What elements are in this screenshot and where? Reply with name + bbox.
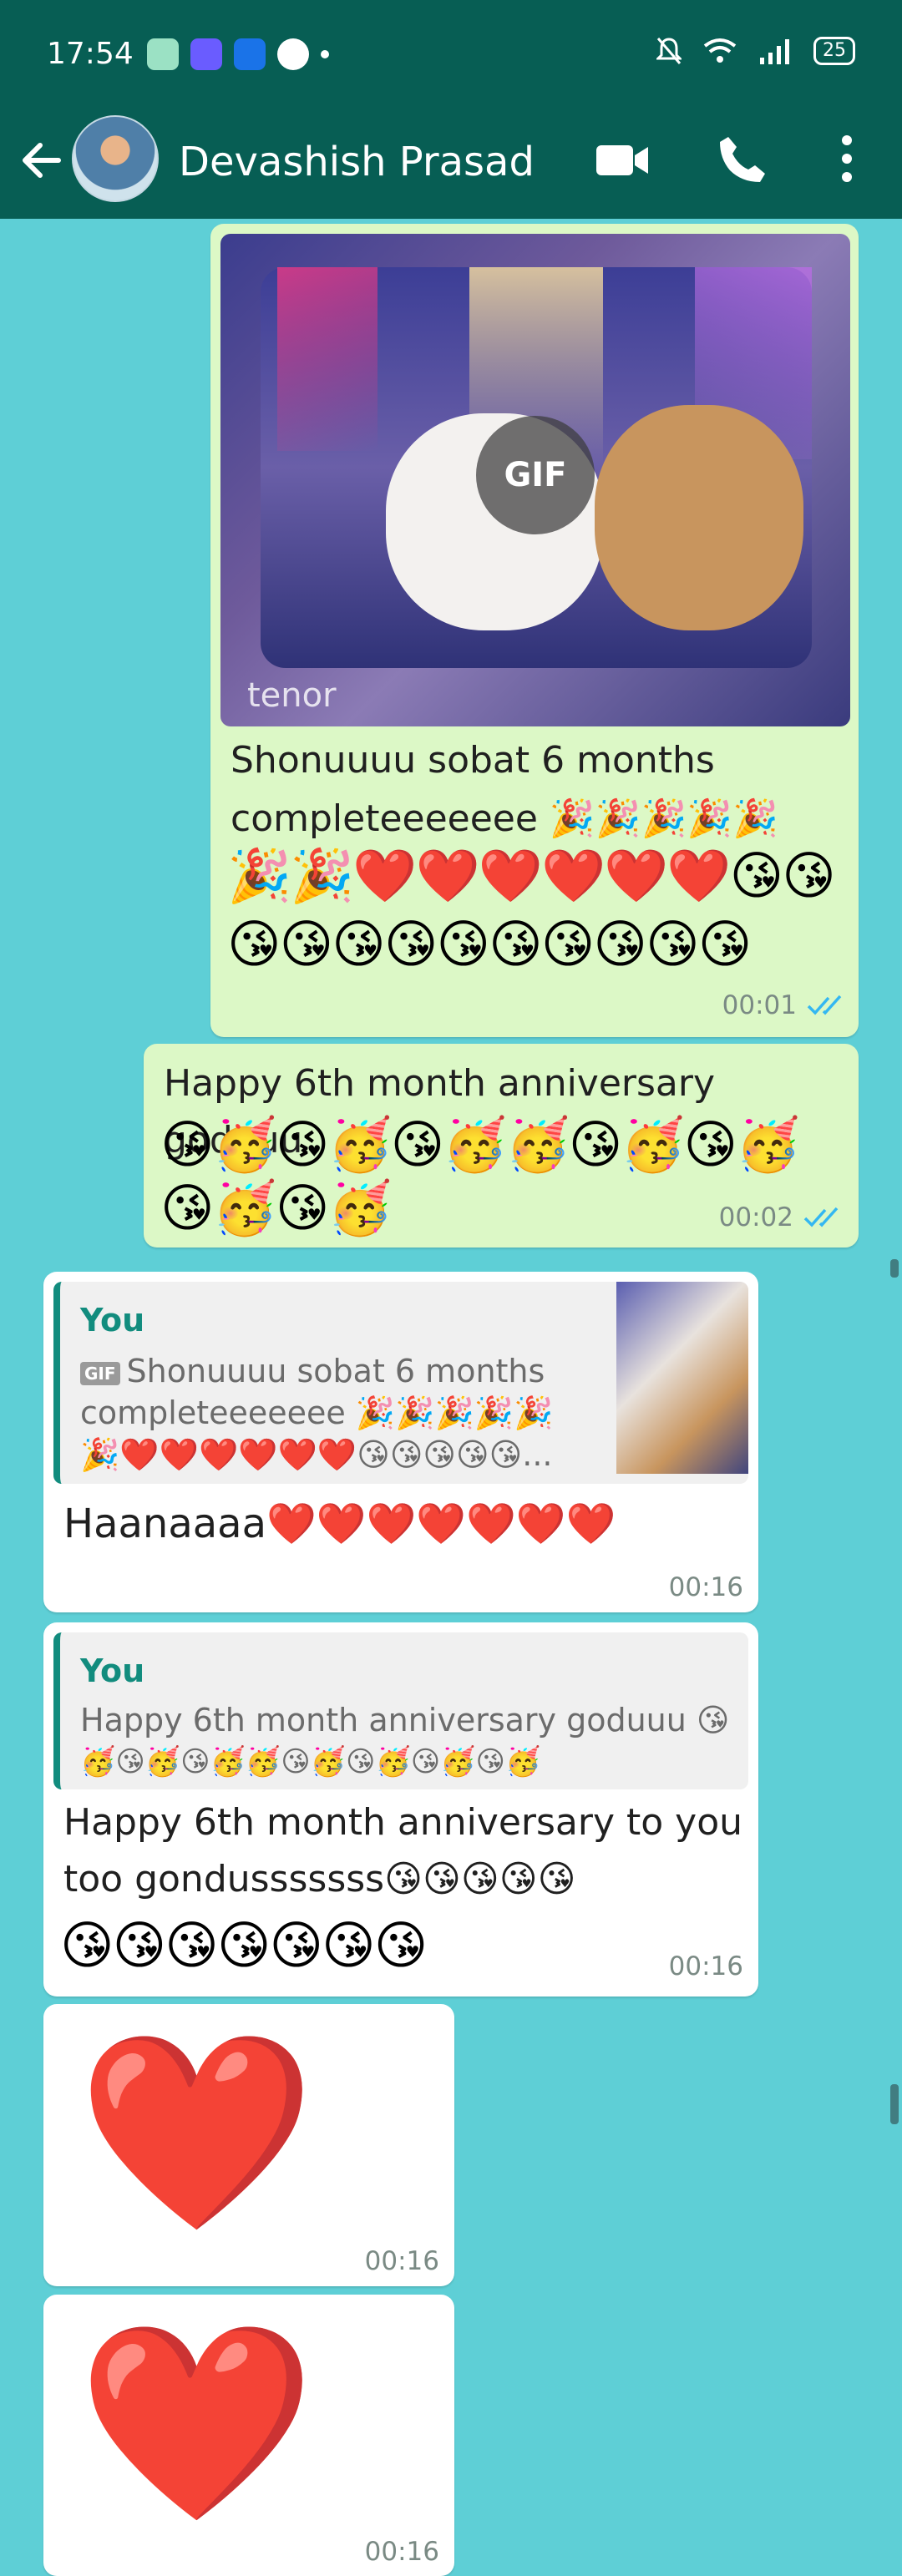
message-meta: 00:01 bbox=[722, 990, 847, 1020]
notification-icons bbox=[147, 38, 329, 70]
signal-icon bbox=[760, 39, 789, 64]
system-icons: 25 bbox=[656, 37, 855, 65]
gif-thumbnail[interactable]: GIF tenor bbox=[220, 234, 850, 726]
message-time: 00:16 bbox=[364, 2246, 439, 2276]
status-bar: 17:54 25 bbox=[0, 0, 902, 107]
message-meta: 00:16 bbox=[365, 2246, 439, 2276]
message-meta: 00:16 bbox=[365, 2537, 439, 2567]
notes-app-icon bbox=[190, 38, 222, 70]
quote-author: You bbox=[80, 1302, 145, 1339]
contact-name[interactable]: Devashish Prasad bbox=[179, 124, 535, 200]
message-emojis: 😘😘😘😘😘😘😘 bbox=[60, 1915, 428, 1976]
message-reply-incoming[interactable]: You GIF Shonuuuu sobat 6 months completee… bbox=[43, 1272, 758, 1612]
read-receipt-icon bbox=[807, 994, 842, 1015]
message-text: Happy 6th month anniversary to you too g… bbox=[63, 1801, 743, 1900]
gif-play-badge[interactable]: GIF bbox=[476, 416, 595, 534]
scroll-indicator[interactable] bbox=[890, 2084, 899, 2124]
more-options-icon[interactable] bbox=[839, 132, 855, 185]
message-emoji-incoming[interactable]: ❤️ 00:16 bbox=[43, 2004, 454, 2286]
gif-icon: GIF bbox=[80, 1361, 120, 1385]
message-text-outgoing[interactable]: Happy 6th month anniversary goduuu 😘🥳😘🥳😘… bbox=[144, 1044, 859, 1248]
message-meta: 00:02 bbox=[719, 1202, 844, 1232]
message-emojis: 😘🥳😘🥳 bbox=[160, 1177, 393, 1238]
chat-header: Devashish Prasad bbox=[0, 107, 902, 219]
more-notifications-dot bbox=[321, 50, 329, 58]
heart-emoji: ❤️ bbox=[77, 2312, 317, 2535]
avatar[interactable] bbox=[72, 115, 159, 202]
message-emoji-incoming[interactable]: ❤️ 00:16 bbox=[43, 2295, 454, 2576]
message-time: 00:16 bbox=[364, 2537, 439, 2567]
quote-author: You bbox=[80, 1652, 145, 1689]
chat-app-icon bbox=[234, 38, 266, 70]
quoted-message[interactable]: You GIF Shonuuuu sobat 6 months completee… bbox=[53, 1282, 748, 1484]
message-meta: 00:16 bbox=[669, 1951, 743, 1981]
messaging-app-icon bbox=[147, 38, 179, 70]
phone-call-icon[interactable] bbox=[717, 134, 768, 185]
battery-icon: 25 bbox=[813, 37, 855, 65]
message-time: 00:02 bbox=[718, 1202, 793, 1232]
message-time: 00:16 bbox=[668, 1951, 743, 1981]
status-time: 17:54 bbox=[47, 37, 134, 71]
heart-emoji: ❤️ bbox=[77, 2022, 317, 2245]
message-time: 00:01 bbox=[722, 990, 797, 1020]
message-gif-outgoing[interactable]: GIF tenor Shonuuuu sobat 6 months comple… bbox=[210, 224, 859, 1037]
message-reply-incoming[interactable]: You Happy 6th month anniversary goduuu 😘… bbox=[43, 1622, 758, 1997]
gif-caption-emojis: 🎉🎉❤️❤️❤️❤️❤️❤️😘😘 😘😘😘😘😘😘😘😘😘😘 bbox=[227, 845, 836, 974]
tenor-watermark: tenor bbox=[247, 676, 337, 715]
quote-gif-thumbnail bbox=[616, 1282, 748, 1474]
mute-bell-icon bbox=[656, 38, 682, 64]
wifi-icon bbox=[703, 38, 737, 63]
quote-text: Happy 6th month anniversary goduuu 😘 🥳😘🥳… bbox=[80, 1702, 730, 1779]
message-text: Haanaaaa❤️❤️❤️❤️❤️❤️❤️ bbox=[63, 1501, 616, 1547]
read-receipt-icon bbox=[803, 1207, 839, 1227]
gif-caption: Shonuuuu sobat 6 months completeeeeeee 🎉… bbox=[231, 739, 778, 840]
quoted-message[interactable]: You Happy 6th month anniversary goduuu 😘… bbox=[53, 1632, 748, 1789]
message-time: 00:16 bbox=[668, 1572, 743, 1602]
back-arrow-icon[interactable] bbox=[18, 137, 65, 184]
quote-text: GIF Shonuuuu sobat 6 months completeeeeee… bbox=[80, 1353, 554, 1473]
message-emojis: 😘🥳😘🥳😘🥳🥳😘🥳😘🥳 bbox=[160, 1114, 800, 1175]
message-meta: 00:16 bbox=[669, 1572, 743, 1602]
video-call-icon[interactable] bbox=[595, 137, 650, 182]
google-icon bbox=[277, 38, 309, 70]
scroll-indicator[interactable] bbox=[890, 1259, 899, 1278]
